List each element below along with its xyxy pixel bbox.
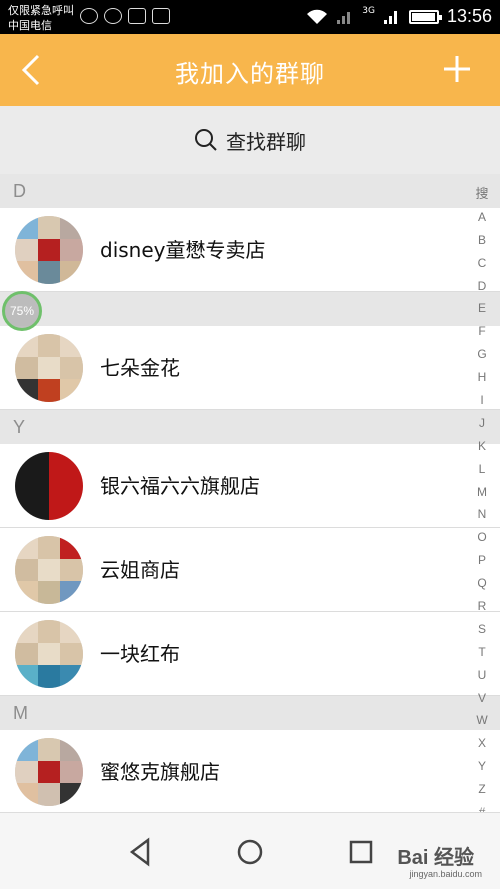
index-letter[interactable]: X — [470, 732, 494, 755]
page-title: 我加入的群聊 — [175, 60, 325, 88]
search-label: 查找群聊 — [226, 129, 306, 154]
signal-icon — [337, 11, 351, 24]
index-letter[interactable]: E — [470, 297, 494, 320]
eye-icon — [80, 8, 98, 24]
group-name: 云姐商店 — [100, 558, 180, 582]
group-avatar — [15, 738, 83, 806]
index-letter[interactable]: N — [470, 503, 494, 526]
section-header-m: M — [0, 696, 500, 730]
wifi-icon — [307, 9, 328, 24]
index-letter[interactable]: K — [470, 435, 494, 458]
group-row[interactable]: 一块红布 — [0, 612, 500, 696]
status-right: 3G 13:56 — [306, 6, 492, 27]
group-name: 银六福六六旗舰店 — [100, 474, 260, 498]
search-group-button[interactable]: 查找群聊 — [0, 106, 500, 174]
index-letter[interactable]: A — [470, 206, 494, 229]
carrier-status: 仅限紧急呼叫 — [8, 4, 74, 17]
section-header-d: D — [0, 174, 500, 208]
index-letter[interactable]: D — [470, 275, 494, 298]
group-name: 蜜悠克旗舰店 — [100, 760, 220, 784]
network-type: 3G — [362, 5, 375, 16]
index-letter[interactable]: H — [470, 366, 494, 389]
index-letter[interactable]: P — [470, 549, 494, 572]
index-letter[interactable]: W — [470, 709, 494, 732]
clock: 13:56 — [446, 6, 492, 26]
index-letter[interactable]: I — [470, 389, 494, 412]
status-bar: 仅限紧急呼叫 中国电信 3G 13:56 — [0, 0, 500, 34]
group-row[interactable]: 七朵金花 — [0, 326, 500, 410]
group-list: D disney童懋专卖店 七朵金花 Y 银六福六六旗舰店 云姐商店 一块红布 … — [0, 174, 500, 814]
carrier-name: 中国电信 — [8, 19, 52, 32]
section-header-y: Y — [0, 410, 500, 444]
baidu-watermark: Bai 经验 — [397, 847, 474, 869]
title-bar: 我加入的群聊 — [0, 34, 500, 106]
add-group-button[interactable] — [442, 54, 472, 84]
index-letter[interactable]: G — [470, 343, 494, 366]
index-letter[interactable]: C — [470, 252, 494, 275]
watermark-url: jingyan.baidu.com — [409, 869, 482, 879]
index-letter[interactable]: L — [470, 458, 494, 481]
group-avatar — [15, 334, 83, 402]
index-letter[interactable]: F — [470, 320, 494, 343]
index-letter[interactable]: Q — [470, 572, 494, 595]
index-letter[interactable]: M — [470, 481, 494, 504]
index-letter[interactable]: 搜 — [470, 183, 494, 206]
group-row[interactable]: 云姐商店 — [0, 528, 500, 612]
back-triangle-icon[interactable] — [124, 835, 158, 869]
alphabet-index[interactable]: 搜ABCDEFGHIJKLMNOPQRSTUVWXYZ# — [470, 183, 494, 824]
index-letter[interactable]: B — [470, 229, 494, 252]
index-letter[interactable]: V — [470, 687, 494, 710]
group-name: 一块红布 — [100, 642, 180, 666]
search-icon — [195, 129, 217, 151]
group-row[interactable]: disney童懋专卖店 — [0, 208, 500, 292]
group-avatar — [15, 620, 83, 688]
index-letter[interactable]: Y — [470, 755, 494, 778]
news-icon — [128, 8, 146, 24]
section-header-blank — [0, 292, 500, 326]
recents-square-icon[interactable] — [344, 835, 378, 869]
home-circle-icon[interactable] — [233, 835, 267, 869]
group-avatar — [15, 452, 83, 520]
navigation-bar: Bai 经验 jingyan.baidu.com — [0, 812, 500, 889]
index-letter[interactable]: R — [470, 595, 494, 618]
floating-progress-badge[interactable]: 75% — [2, 291, 42, 331]
image-icon — [152, 8, 170, 24]
group-name: 七朵金花 — [100, 356, 180, 380]
group-name: disney童懋专卖店 — [100, 238, 266, 262]
index-letter[interactable]: S — [470, 618, 494, 641]
group-avatar — [15, 536, 83, 604]
index-letter[interactable]: T — [470, 641, 494, 664]
index-letter[interactable]: U — [470, 664, 494, 687]
group-row[interactable]: 银六福六六旗舰店 — [0, 444, 500, 528]
notification-icons — [80, 8, 170, 24]
index-letter[interactable]: J — [470, 412, 494, 435]
app-icon — [104, 8, 122, 24]
index-letter[interactable]: O — [470, 526, 494, 549]
battery-icon — [408, 9, 442, 24]
signal-icon-2 — [383, 10, 397, 24]
group-row[interactable]: 蜜悠克旗舰店 — [0, 730, 500, 814]
group-avatar — [15, 216, 83, 284]
index-letter[interactable]: Z — [470, 778, 494, 801]
